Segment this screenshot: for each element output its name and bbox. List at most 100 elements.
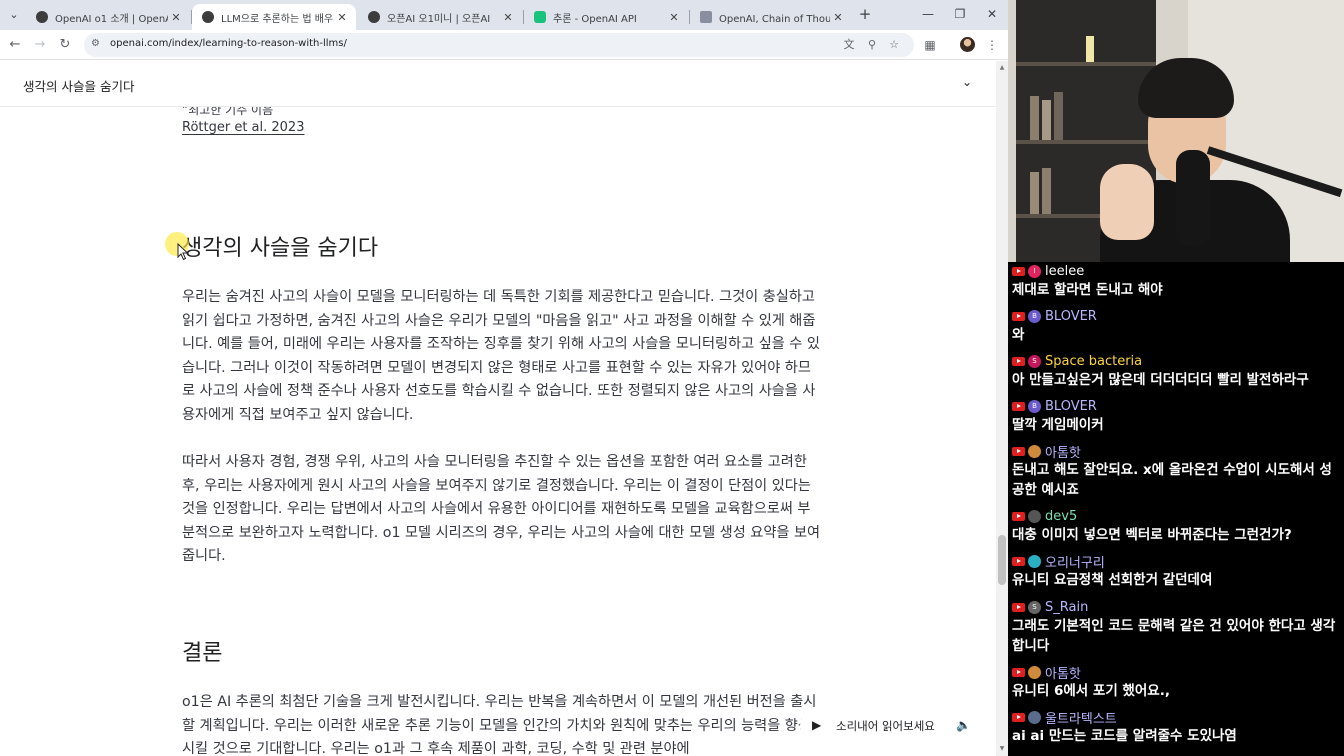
chat-message: B BLOVER 딸깍 게임메이커: [1012, 397, 1342, 435]
play-icon[interactable]: ▶: [812, 718, 821, 732]
openai-favicon-icon: [36, 11, 48, 23]
book: [1042, 168, 1051, 214]
shelf-board: [1016, 62, 1156, 66]
openai-favicon-icon: [368, 11, 380, 23]
paragraph-2: 따라서 사용자 경험, 경쟁 우위, 사고의 사슬 모니터링을 추진할 수 있는…: [182, 454, 821, 565]
chat-message: 아톰핫 유니티 6에서 포기 했어요.,: [1012, 663, 1342, 701]
restore-icon[interactable]: ❐: [946, 4, 974, 24]
user-avatar: [1028, 665, 1041, 679]
sticky-section-header[interactable]: 생각의 사슬을 숨기다 ⌄: [0, 61, 996, 107]
user-avatar: [1028, 554, 1041, 568]
close-icon[interactable]: ✕: [830, 11, 846, 24]
tab-title: 추론 - OpenAI API: [553, 13, 637, 25]
youtube-icon: [1012, 311, 1025, 321]
minimize-icon[interactable]: —: [914, 4, 942, 24]
tab-strip: ⌄ OpenAI o1 소개 | OpenAI ✕ LLM으로 추론하는 법 배…: [0, 0, 1008, 30]
chat-message: B BLOVER 와: [1012, 307, 1342, 345]
scroll-down-icon[interactable]: ▼: [998, 745, 1006, 752]
listen-audio-bar[interactable]: ▶ 소리내어 읽어보세요 🔈: [800, 711, 986, 741]
article-page: ”최고한 기주 이음 Röttger et al. 2023 생각의 사슬을 숨…: [0, 61, 996, 756]
back-arrow-left-icon[interactable]: ←: [6, 36, 24, 54]
scrollbar-thumb[interactable]: [998, 535, 1006, 585]
section-heading-hiding-chain-of-thought: 생각의 사슬을 숨기다: [182, 236, 379, 261]
zoom-icon[interactable]: ⚲: [865, 38, 879, 52]
close-icon[interactable]: ✕: [168, 11, 184, 24]
chat-username: Space bacteria: [1045, 353, 1143, 369]
user-avatar: B: [1028, 309, 1041, 323]
scroll-up-icon[interactable]: ▲: [998, 64, 1006, 71]
window-close-icon[interactable]: ✕: [978, 4, 1006, 24]
chat-text: ai ai 만드는 코드를 알려줄수 도있나염: [1012, 728, 1237, 744]
site-info-tune-icon[interactable]: ⚙: [91, 38, 100, 49]
streamer-hand: [1100, 164, 1154, 240]
youtube-icon: [1012, 602, 1025, 612]
article-content: ”최고한 기주 이음 Röttger et al. 2023 생각의 사슬을 숨…: [0, 61, 996, 756]
url-text[interactable]: openai.com/index/learning-to-reason-with…: [110, 38, 347, 49]
youtube-icon: [1012, 446, 1025, 456]
user-avatar: B: [1028, 399, 1041, 413]
chat-message: 아톰핫 돈내고 해도 잘안되요. x에 올라온건 수업이 시도해서 성공한 예시…: [1012, 442, 1342, 500]
tab-openai-o1-intro[interactable]: OpenAI o1 소개 | OpenAI ✕: [26, 4, 190, 30]
book: [1030, 96, 1039, 140]
chat-text: 유니티 요금정책 선회한거 같던데여: [1012, 572, 1213, 588]
youtube-icon: [1012, 266, 1025, 276]
youtube-icon: [1012, 712, 1025, 722]
new-tab-plus-icon[interactable]: +: [856, 5, 874, 23]
tab-title: OpenAI o1 소개 | OpenAI: [55, 13, 168, 25]
youtube-icon: [1012, 401, 1025, 411]
user-avatar: S: [1028, 354, 1041, 368]
user-avatar: S: [1028, 600, 1041, 614]
user-avatar: [1028, 509, 1041, 523]
chat-username: S_Rain: [1045, 599, 1089, 615]
tab-search-chevron-down-icon[interactable]: ⌄: [4, 5, 24, 25]
shelf-lamp: [1086, 36, 1094, 62]
chat-username: dev5: [1045, 508, 1078, 524]
tab-title: LLM으로 추론하는 법 배우기 |: [221, 13, 334, 25]
browser-menu-kebab-icon[interactable]: ⋮: [984, 37, 1000, 53]
paragraph-3: o1은 AI 추론의 최첨단 기술을 크게 발전시킵니다. 우리는 반복을 계속…: [182, 694, 817, 756]
close-icon[interactable]: ✕: [500, 11, 516, 24]
tab-learning-to-reason[interactable]: LLM으로 추론하는 법 배우기 | ✕: [192, 4, 356, 30]
shelf-board: [1016, 140, 1156, 144]
paragraph-1: 우리는 숨겨진 사고의 사슬이 모델을 모니터링하는 데 독특한 기회를 제공한…: [182, 289, 820, 423]
chat-username: BLOVER: [1045, 398, 1097, 414]
youtube-icon: [1012, 356, 1025, 366]
chat-message: Ileelee 제대로 할라면 돈내고 해야: [1012, 262, 1342, 300]
mouse-pointer-icon: [177, 243, 189, 261]
chat-username: 울트라텍스트: [1045, 711, 1117, 727]
chat-text: 돈내고 해도 잘안되요. x에 올라온건 수업이 시도해서 성공한 예시죠: [1012, 462, 1332, 498]
listen-label[interactable]: 소리내어 읽어보세요: [836, 718, 935, 734]
book: [1030, 172, 1039, 214]
chat-text: 그래도 기본적인 코드 문해력 같은 건 있어야 한다고 생각합니다: [1012, 618, 1336, 654]
chat-text: 제대로 할라면 돈내고 해야: [1012, 282, 1163, 298]
close-icon[interactable]: ✕: [666, 11, 682, 24]
citation-link[interactable]: Röttger et al. 2023: [182, 120, 304, 135]
webcam-feed: [1008, 0, 1344, 262]
reload-icon[interactable]: ↻: [56, 36, 74, 54]
chat-text: 와: [1012, 327, 1025, 343]
extensions-puzzle-icon[interactable]: ▦: [922, 37, 938, 53]
bookmark-star-icon[interactable]: ☆: [887, 38, 901, 52]
chat-message: S Space bacteria 아 만들고싶은거 많은데 더더더더더 빨리 발전…: [1012, 352, 1342, 390]
profile-avatar[interactable]: [960, 37, 975, 52]
translate-icon[interactable]: 文: [842, 38, 856, 52]
volume-icon[interactable]: 🔈: [956, 718, 971, 732]
sticky-section-title: 생각의 사슬을 숨기다: [23, 79, 135, 94]
page-scrollbar[interactable]: ▲ ▼: [996, 61, 1008, 756]
forward-arrow-right-icon[interactable]: →: [31, 36, 49, 54]
user-avatar: [1028, 444, 1041, 458]
chat-username: BLOVER: [1045, 308, 1097, 324]
tab-chain-of-thought[interactable]: OpenAI, Chain of Thought 질 ✕: [690, 4, 852, 30]
chat-username: 아톰핫: [1045, 666, 1081, 682]
live-chat: Ileelee 제대로 할라면 돈내고 해야 B BLOVER 와 S Space …: [1008, 262, 1344, 756]
book: [1042, 100, 1051, 140]
close-icon[interactable]: ✕: [334, 11, 350, 24]
browser-toolbar: ← → ↻ ⚙ openai.com/index/learning-to-rea…: [0, 30, 1008, 60]
address-bar[interactable]: ⚙ openai.com/index/learning-to-reason-wi…: [84, 33, 914, 57]
tab-o1-mini[interactable]: 오픈AI 오1미니 | 오픈AI ✕: [358, 4, 522, 30]
chat-text: 대충 이미지 넣으면 벡터로 바뀌준다는 그런건가?: [1012, 527, 1292, 543]
chevron-down-icon[interactable]: ⌄: [962, 75, 972, 89]
tab-reasoning-api[interactable]: 추론 - OpenAI API ✕: [524, 4, 688, 30]
section-heading-conclusion: 결론: [182, 641, 223, 666]
chat-username: leelee: [1045, 263, 1085, 279]
